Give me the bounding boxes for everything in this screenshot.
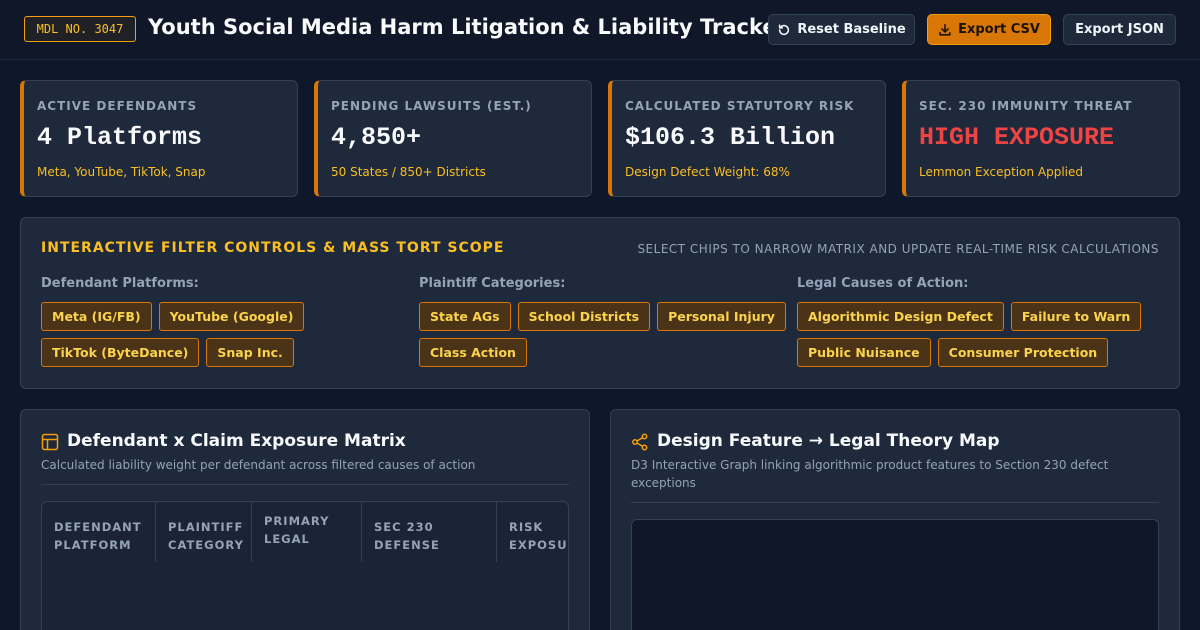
stat-label: SEC. 230 IMMUNITY THREAT bbox=[919, 99, 1133, 113]
stat-value: $106.3 Billion bbox=[625, 123, 836, 152]
stat-card-lawsuits: PENDING LAWSUITS (EST.) 4,850+ 50 States… bbox=[314, 80, 592, 197]
chip-public-nuisance[interactable]: Public Nuisance bbox=[797, 338, 931, 367]
export-json-button[interactable]: Export JSON bbox=[1063, 14, 1176, 45]
exposure-matrix-table: DEFENDANT PLATFORM PLAINTIFF CATEGORY PR… bbox=[41, 501, 569, 630]
column-header-plaintiff[interactable]: PLAINTIFF CATEGORY bbox=[156, 502, 252, 562]
reset-baseline-label: Reset Baseline bbox=[797, 22, 906, 37]
filter-panel: INTERACTIVE FILTER CONTROLS & MASS TORT … bbox=[20, 217, 1180, 389]
column-header-primary-legal[interactable]: PRIMARY LEGAL bbox=[252, 502, 362, 562]
stat-card-risk: CALCULATED STATUTORY RISK $106.3 Billion… bbox=[608, 80, 886, 197]
column-header-risk[interactable]: RISK EXPOSURE bbox=[497, 502, 568, 562]
chip-snap[interactable]: Snap Inc. bbox=[206, 338, 294, 367]
stat-value: HIGH EXPOSURE bbox=[919, 123, 1115, 152]
stat-label: ACTIVE DEFENDANTS bbox=[37, 99, 198, 113]
stat-card-immunity: SEC. 230 IMMUNITY THREAT HIGH EXPOSURE L… bbox=[902, 80, 1180, 197]
filter-group-defendants: Defendant Platforms: Meta (IG/FB) YouTub… bbox=[41, 276, 411, 367]
chip-meta[interactable]: Meta (IG/FB) bbox=[41, 302, 152, 331]
graph-title: Design Feature → Legal Theory Map bbox=[657, 431, 1000, 451]
column-header-defendant[interactable]: DEFENDANT PLATFORM bbox=[42, 502, 156, 562]
chip-class-action[interactable]: Class Action bbox=[419, 338, 527, 367]
download-icon bbox=[939, 23, 951, 36]
group-label: Legal Causes of Action: bbox=[797, 276, 969, 291]
chip-consumer-protection[interactable]: Consumer Protection bbox=[937, 338, 1109, 367]
filter-group-plaintiffs: Plaintiff Categories: State AGs School D… bbox=[419, 276, 789, 367]
stat-subtext: 50 States / 850+ Districts bbox=[331, 165, 486, 179]
chip-personal-injury[interactable]: Personal Injury bbox=[657, 302, 786, 331]
filter-hint: SELECT CHIPS TO NARROW MATRIX AND UPDATE… bbox=[637, 242, 1159, 256]
graph-description: D3 Interactive Graph linking algorithmic… bbox=[631, 458, 1109, 490]
chip-failure-to-warn[interactable]: Failure to Warn bbox=[1010, 302, 1142, 331]
chip-tiktok[interactable]: TikTok (ByteDance) bbox=[41, 338, 200, 367]
matrix-panel: Defendant x Claim Exposure Matrix Calcul… bbox=[20, 409, 590, 630]
matrix-title: Defendant x Claim Exposure Matrix bbox=[67, 431, 406, 451]
chip-algorithmic-design-defect[interactable]: Algorithmic Design Defect bbox=[797, 302, 1004, 331]
stat-subtext: Lemmon Exception Applied bbox=[919, 165, 1083, 179]
group-label: Plaintiff Categories: bbox=[419, 276, 566, 291]
stat-card-defendants: ACTIVE DEFENDANTS 4 Platforms Meta, YouT… bbox=[20, 80, 298, 197]
matrix-description: Calculated liability weight per defendan… bbox=[41, 458, 476, 472]
chip-school-districts[interactable]: School Districts bbox=[517, 302, 651, 331]
export-csv-button[interactable]: Export CSV bbox=[927, 14, 1051, 45]
app-header: MDL NO. 3047 Youth Social Media Harm Lit… bbox=[0, 0, 1200, 60]
export-csv-label: Export CSV bbox=[958, 22, 1040, 37]
chip-state-ags[interactable]: State AGs bbox=[419, 302, 511, 331]
stat-subtext: Meta, YouTube, TikTok, Snap bbox=[37, 165, 206, 179]
column-header-sec230[interactable]: SEC 230 DEFENSE bbox=[362, 502, 497, 562]
stat-label: PENDING LAWSUITS (EST.) bbox=[331, 99, 532, 113]
page-title: Youth Social Media Harm Litigation & Lia… bbox=[148, 15, 787, 39]
filter-title: INTERACTIVE FILTER CONTROLS & MASS TORT … bbox=[41, 240, 505, 256]
reset-baseline-button[interactable]: Reset Baseline bbox=[768, 14, 915, 45]
stat-subtext: Design Defect Weight: 68% bbox=[625, 165, 790, 179]
divider bbox=[631, 502, 1159, 503]
reset-icon bbox=[779, 23, 790, 35]
share-nodes-icon bbox=[632, 433, 648, 451]
table-icon bbox=[41, 433, 59, 451]
stat-label: CALCULATED STATUTORY RISK bbox=[625, 99, 855, 113]
stat-value: 4 Platforms bbox=[37, 123, 203, 152]
group-label: Defendant Platforms: bbox=[41, 276, 199, 291]
chip-youtube[interactable]: YouTube (Google) bbox=[158, 302, 305, 331]
stat-value: 4,850+ bbox=[331, 123, 422, 152]
filter-group-causes: Legal Causes of Action: Algorithmic Desi… bbox=[797, 276, 1167, 367]
export-json-label: Export JSON bbox=[1075, 22, 1164, 37]
mdl-badge: MDL NO. 3047 bbox=[24, 16, 136, 42]
graph-panel: Design Feature → Legal Theory Map D3 Int… bbox=[610, 409, 1180, 630]
feature-theory-graph[interactable] bbox=[631, 519, 1159, 630]
divider bbox=[41, 484, 569, 485]
